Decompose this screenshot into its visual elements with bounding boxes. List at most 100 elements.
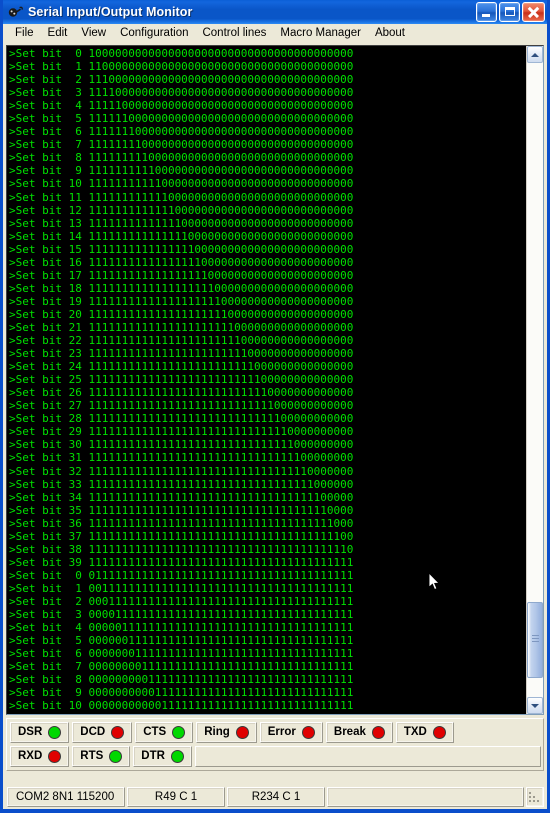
terminal-line: >Set bit 11 1111111111110000000000000000… <box>9 190 354 204</box>
terminal-line: >Set bit 4 11111000000000000000000000000… <box>9 99 354 113</box>
terminal-line: >Set bit 20 1111111111111111111110000000… <box>9 307 354 321</box>
control-line-label: Error <box>267 725 296 738</box>
terminal-line: >Set bit 19 1111111111111111111100000000… <box>9 294 354 308</box>
status-bar: COM2 8N1 115200 R49 C 1 R234 C 1 <box>6 785 544 809</box>
terminal-line: >Set bit 29 1111111111111111111111111111… <box>9 425 354 439</box>
terminal-line: >Set bit 38 1111111111111111111111111111… <box>9 542 354 556</box>
terminal-line: >Set bit 7 00000000111111111111111111111… <box>9 660 354 674</box>
control-line-break[interactable]: Break <box>325 722 393 743</box>
status-port-settings: COM2 8N1 115200 <box>7 787 125 807</box>
scroll-up-button[interactable] <box>527 46 543 63</box>
terminal-line: >Set bit 2 11100000000000000000000000000… <box>9 73 354 87</box>
terminal-line: >Set bit 1 00111111111111111111111111111… <box>9 581 354 595</box>
terminal-line: >Set bit 23 1111111111111111111111110000… <box>9 347 354 361</box>
terminal-line: >Set bit 34 1111111111111111111111111111… <box>9 490 354 504</box>
close-button[interactable] <box>522 2 545 22</box>
terminal-line: >Set bit 10 1111111111100000000000000000… <box>9 177 354 191</box>
control-line-dcd[interactable]: DCD <box>72 722 133 743</box>
terminal-line: >Set bit 22 1111111111111111111111100000… <box>9 334 354 348</box>
status-spare <box>327 787 524 807</box>
maximize-button[interactable] <box>499 2 520 22</box>
status-cursor-out: R234 C 1 <box>227 787 325 807</box>
terminal-line: >Set bit 15 1111111111111111000000000000… <box>9 242 354 256</box>
terminal-line: >Set bit 13 1111111111111100000000000000… <box>9 216 354 230</box>
terminal-line: >Set bit 37 1111111111111111111111111111… <box>9 529 354 543</box>
terminal-line: >Set bit 1 11000000000000000000000000000… <box>9 60 354 74</box>
control-line-label: DSR <box>18 725 43 738</box>
terminal-output[interactable]: >Set bit 0 10000000000000000000000000000… <box>7 46 526 714</box>
terminal-line: >Set bit 2 00011111111111111111111111111… <box>9 594 354 608</box>
window-controls <box>476 2 545 22</box>
chevron-down-icon <box>531 703 539 708</box>
control-line-label: DTR <box>141 749 165 762</box>
control-line-error[interactable]: Error <box>259 722 323 743</box>
scroll-down-button[interactable] <box>527 697 543 714</box>
menu-item-view[interactable]: View <box>74 26 113 43</box>
terminal-line: >Set bit 36 1111111111111111111111111111… <box>9 516 354 530</box>
scrollbar-thumb[interactable] <box>527 601 543 678</box>
status-led-green <box>48 726 62 739</box>
status-led-red <box>48 750 62 763</box>
maximize-icon <box>505 7 515 16</box>
vertical-scrollbar[interactable] <box>526 46 543 714</box>
status-led-red <box>235 726 249 739</box>
minimize-button[interactable] <box>476 2 497 22</box>
menu-item-file[interactable]: File <box>8 26 41 43</box>
status-led-red <box>432 726 446 739</box>
terminal-line: >Set bit 3 11110000000000000000000000000… <box>9 86 354 100</box>
menu-item-control-lines[interactable]: Control lines <box>195 26 273 43</box>
chevron-up-icon <box>531 52 539 57</box>
window-title: Serial Input/Output Monitor <box>28 5 193 19</box>
application-window: Serial Input/Output Monitor File Edit Vi… <box>0 0 550 813</box>
terminal-line: >Set bit 30 1111111111111111111111111111… <box>9 438 354 452</box>
terminal-line: >Set bit 12 1111111111111000000000000000… <box>9 203 354 217</box>
control-line-label: RTS <box>80 749 104 762</box>
control-line-txd[interactable]: TXD <box>395 722 454 743</box>
terminal-line: >Set bit 9 00000000001111111111111111111… <box>9 686 354 700</box>
scrollbar-track[interactable] <box>527 63 543 697</box>
terminal-line: >Set bit 39 1111111111111111111111111111… <box>9 555 354 569</box>
control-line-ring[interactable]: Ring <box>196 722 257 743</box>
terminal-area: >Set bit 0 10000000000000000000000000000… <box>6 45 544 715</box>
resize-grip-icon[interactable] <box>526 787 544 807</box>
minimize-icon <box>482 14 490 17</box>
terminal-line: >Set bit 31 1111111111111111111111111111… <box>9 451 354 465</box>
menu-item-configuration[interactable]: Configuration <box>113 26 195 43</box>
terminal-line: >Set bit 33 1111111111111111111111111111… <box>9 477 354 491</box>
control-line-label: DCD <box>80 725 106 738</box>
menu-item-macro-manager[interactable]: Macro Manager <box>273 26 368 43</box>
terminal-line: >Set bit 3 00001111111111111111111111111… <box>9 608 354 622</box>
terminal-line: >Set bit 4 00000111111111111111111111111… <box>9 621 354 635</box>
terminal-line: >Set bit 26 1111111111111111111111111110… <box>9 386 354 400</box>
terminal-line: >Set bit 6 00000001111111111111111111111… <box>9 647 354 661</box>
terminal-line: >Set bit 7 11111111000000000000000000000… <box>9 138 354 152</box>
terminal-line: >Set bit 6 11111110000000000000000000000… <box>9 125 354 139</box>
control-line-label: Ring <box>204 725 230 738</box>
menu-item-edit[interactable]: Edit <box>41 26 75 43</box>
control-line-dtr[interactable]: DTR <box>133 746 192 767</box>
control-line-dsr[interactable]: DSR <box>10 722 70 743</box>
control-line-label: Break <box>333 725 366 738</box>
terminal-line: >Set bit 9 11111111110000000000000000000… <box>9 164 354 178</box>
terminal-line: >Set bit 25 1111111111111111111111111100… <box>9 373 354 387</box>
status-led-green <box>170 750 184 763</box>
status-led-red <box>301 726 315 739</box>
terminal-line: >Set bit 0 10000000000000000000000000000… <box>9 47 354 60</box>
status-led-green <box>109 750 123 763</box>
control-line-label: CTS <box>143 725 167 738</box>
terminal-line: >Set bit 21 1111111111111111111111000000… <box>9 320 354 334</box>
control-line-rxd[interactable]: RXD <box>10 746 70 767</box>
control-line-label: TXD <box>403 725 427 738</box>
scrollbar-grip-icon <box>532 634 539 645</box>
terminal-line: >Set bit 18 1111111111111111111000000000… <box>9 281 354 295</box>
title-bar[interactable]: Serial Input/Output Monitor <box>3 0 547 24</box>
status-led-red <box>111 726 125 739</box>
status-cursor-in: R49 C 1 <box>127 787 225 807</box>
control-line-cts[interactable]: CTS <box>135 722 194 743</box>
control-line-rts[interactable]: RTS <box>72 746 131 767</box>
terminal-line: >Set bit 8 11111111100000000000000000000… <box>9 151 354 165</box>
status-led-green <box>172 726 186 739</box>
menu-item-about[interactable]: About <box>368 26 412 43</box>
terminal-line: >Set bit 5 00000011111111111111111111111… <box>9 634 354 648</box>
terminal-line: >Set bit 32 1111111111111111111111111111… <box>9 464 354 478</box>
